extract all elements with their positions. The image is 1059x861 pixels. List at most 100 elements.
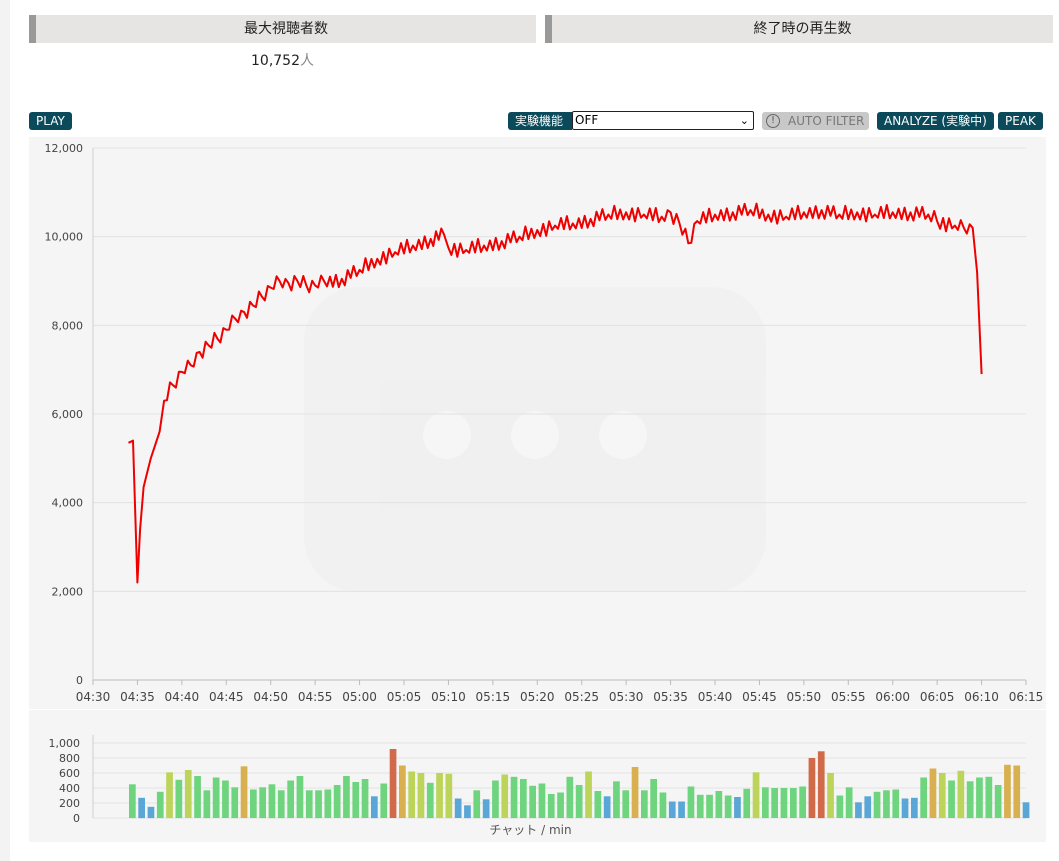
chat-bar xyxy=(361,779,369,818)
bar-y-tick-label: 1,000 xyxy=(49,737,81,750)
chat-bar xyxy=(222,780,229,818)
chat-bar xyxy=(566,776,574,819)
chat-bar xyxy=(641,790,648,819)
play-button[interactable]: PLAY xyxy=(29,112,72,130)
chat-bar xyxy=(957,770,965,819)
chat-bar xyxy=(827,773,834,818)
x-tick-label: 05:45 xyxy=(742,690,777,704)
chat-bar xyxy=(547,794,555,818)
chat-bar xyxy=(585,771,592,818)
y-tick-label: 8,000 xyxy=(52,319,84,332)
chat-bar xyxy=(501,774,509,818)
chat-bar xyxy=(706,794,713,819)
chat-bar xyxy=(156,791,164,819)
chat-bar xyxy=(129,784,136,819)
chat-bar xyxy=(138,797,145,819)
chat-bar xyxy=(668,801,676,818)
chat-bar xyxy=(836,795,844,818)
chat-bar xyxy=(948,780,955,818)
auto-filter-label: AUTO FILTER xyxy=(788,114,865,128)
chat-bar xyxy=(426,782,434,819)
chat-bar xyxy=(445,773,453,819)
peak-button[interactable]: PEAK xyxy=(998,112,1043,130)
chat-bar xyxy=(194,776,201,818)
chat-bar xyxy=(333,785,341,818)
x-tick-label: 06:05 xyxy=(920,690,955,704)
chat-bar xyxy=(622,790,630,819)
chat-bar xyxy=(184,770,192,818)
analyze-button[interactable]: ANALYZE (実験中) xyxy=(877,112,994,130)
chat-bar xyxy=(883,790,890,819)
x-tick-label: 04:50 xyxy=(253,690,288,704)
chat-bar xyxy=(873,791,881,819)
chat-bar xyxy=(343,776,350,818)
chat-bar xyxy=(510,776,518,819)
chat-bar xyxy=(352,782,360,818)
chat-bar xyxy=(529,785,536,819)
chat-bar xyxy=(417,773,425,818)
chat-bar xyxy=(520,779,527,818)
chat-bar xyxy=(250,789,257,818)
chevron-down-icon: ⌄ xyxy=(739,114,749,127)
chat-bar xyxy=(371,796,378,819)
chat-bar xyxy=(454,798,462,818)
chat-bar xyxy=(287,780,294,818)
chat-bar xyxy=(1022,802,1030,819)
end-playcount-header: 終了時の再生数 xyxy=(545,15,1053,43)
chat-bar xyxy=(901,798,909,818)
chat-bar-chart: 0 200 400 600 800 1,000 チャット / min xyxy=(49,735,1030,837)
left-edge-strip xyxy=(0,0,10,861)
chat-bar xyxy=(911,797,918,819)
chat-bar xyxy=(594,791,602,818)
x-tick-label: 05:05 xyxy=(387,690,422,704)
chat-bar xyxy=(734,797,741,818)
x-tick-label: 05:10 xyxy=(431,690,466,704)
watermark-logo xyxy=(304,287,766,592)
experimental-select-value: OFF xyxy=(575,113,599,127)
chat-bar xyxy=(845,787,853,819)
chat-bar xyxy=(696,794,704,819)
y-tick-label: 12,000 xyxy=(45,142,84,155)
bar-y-tick-label: 0 xyxy=(73,812,80,825)
auto-filter-button[interactable]: ! AUTO FILTER xyxy=(762,112,869,130)
chat-bar xyxy=(752,772,760,819)
max-viewers-header: 最大視聴者数 xyxy=(29,15,536,43)
chat-bar xyxy=(305,790,313,819)
x-tick-label: 05:20 xyxy=(520,690,555,704)
bar-y-tick-label: 600 xyxy=(59,767,80,780)
chat-bar xyxy=(892,789,900,818)
max-viewers-value: 10,752人 xyxy=(251,53,314,69)
x-tick-label: 05:00 xyxy=(342,690,377,704)
chat-bar xyxy=(864,796,872,819)
chat-bar xyxy=(464,805,471,819)
chat-bar xyxy=(780,788,788,818)
y-tick-label: 2,000 xyxy=(52,585,84,598)
bar-x-axis-title: チャット / min xyxy=(489,823,571,837)
chat-bar xyxy=(557,792,564,818)
chat-bar xyxy=(1013,765,1021,818)
chat-bar xyxy=(231,787,239,819)
chat-bar xyxy=(985,776,993,819)
chat-bar xyxy=(408,771,415,818)
chat-bar xyxy=(166,772,173,819)
chat-bar xyxy=(659,792,667,818)
experimental-select[interactable]: OFF ⌄ xyxy=(572,111,754,130)
chat-bar xyxy=(929,768,937,818)
chat-bar xyxy=(855,802,862,819)
chat-bar xyxy=(631,767,639,818)
chat-bar xyxy=(678,801,685,818)
x-tick-label: 06:00 xyxy=(875,690,910,704)
chat-bar xyxy=(324,789,332,818)
x-tick-label: 06:15 xyxy=(1009,690,1044,704)
viewer-line-chart: 0 2,000 4,000 6,000 8,000 10,000 12,000 04:30 04… xyxy=(45,142,1044,704)
x-tick-label: 05:40 xyxy=(698,690,733,704)
chat-bar xyxy=(277,790,285,819)
chat-bar xyxy=(771,788,778,818)
x-tick-label: 05:35 xyxy=(653,690,688,704)
bar-y-tick-label: 400 xyxy=(59,782,80,795)
chat-bar xyxy=(938,773,946,818)
chat-bar xyxy=(268,784,276,819)
chat-bar xyxy=(389,749,397,818)
bar-y-tick-label: 800 xyxy=(59,752,80,765)
chat-bar xyxy=(790,788,797,818)
